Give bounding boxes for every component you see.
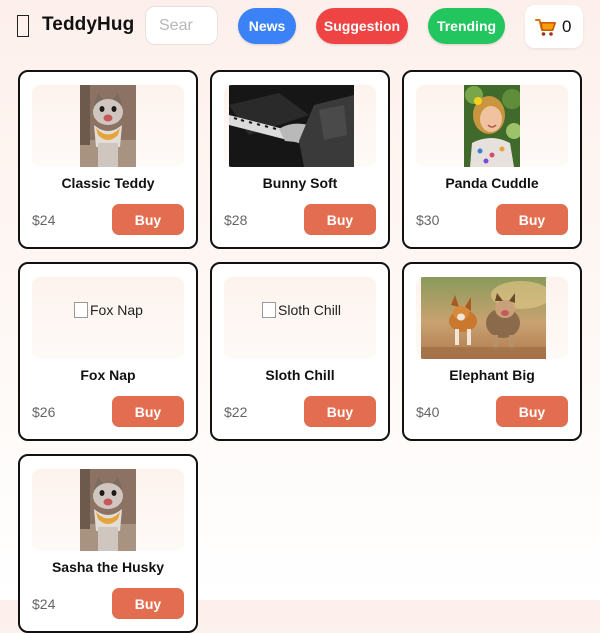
product-price: $26: [32, 404, 56, 420]
product-price: $22: [224, 404, 248, 420]
buy-button[interactable]: Buy: [304, 204, 376, 235]
broken-image[interactable]: Fox Nap: [74, 302, 143, 318]
shopping-cart-icon: [535, 19, 556, 36]
product-name: Sasha the Husky: [51, 559, 165, 575]
product-card: Bunny Soft $28 Buy: [210, 70, 390, 249]
buy-button[interactable]: Buy: [496, 204, 568, 235]
suggestion-button[interactable]: Suggestion: [316, 8, 408, 44]
cat-photo[interactable]: [80, 85, 136, 167]
broken-image[interactable]: Sloth Chill: [262, 302, 341, 318]
product-image-frame: [416, 85, 568, 167]
product-card: Elephant Big $40 Buy: [402, 262, 582, 441]
cart-button[interactable]: 0: [525, 5, 583, 48]
product-card: Sasha the Husky $24 Buy: [18, 454, 198, 633]
bear-icon: [17, 15, 29, 37]
buy-button[interactable]: Buy: [112, 588, 184, 619]
product-image-frame: [416, 277, 568, 359]
product-image-frame: Fox Nap: [32, 277, 184, 359]
product-card: Classic Teddy $24 Buy: [18, 70, 198, 249]
product-price: $28: [224, 212, 248, 228]
piano-photo[interactable]: [229, 85, 354, 167]
image-alt-text: Sloth Chill: [278, 302, 342, 318]
buy-button[interactable]: Buy: [304, 396, 376, 427]
product-image-frame: Sloth Chill: [224, 277, 376, 359]
trending-button[interactable]: Trending: [428, 8, 505, 44]
broken-image-icon: [74, 302, 88, 318]
product-price: $30: [416, 212, 440, 228]
buy-button[interactable]: Buy: [496, 396, 568, 427]
product-price: $24: [32, 212, 56, 228]
girl-photo[interactable]: [464, 85, 520, 167]
buy-button[interactable]: Buy: [112, 204, 184, 235]
product-price: $40: [416, 404, 440, 420]
product-image-frame: [224, 85, 376, 167]
buy-button[interactable]: Buy: [112, 396, 184, 427]
product-card: Sloth Chill Sloth Chill $22 Buy: [210, 262, 390, 441]
product-image-frame: [32, 85, 184, 167]
dogs-photo[interactable]: [421, 277, 546, 359]
product-card: Panda Cuddle $30 Buy: [402, 70, 582, 249]
product-card: Fox Nap Fox Nap $26 Buy: [18, 262, 198, 441]
news-button[interactable]: News: [238, 8, 296, 44]
search-input[interactable]: [145, 6, 218, 45]
product-name: Panda Cuddle: [445, 175, 539, 191]
product-name: Bunny Soft: [262, 175, 338, 191]
product-name: Fox Nap: [80, 367, 136, 383]
cat-photo[interactable]: [80, 469, 136, 551]
brand-name[interactable]: TeddyHug: [42, 14, 134, 36]
broken-image-icon: [262, 302, 276, 318]
cart-count: 0: [562, 17, 572, 36]
product-name: Sloth Chill: [265, 367, 335, 383]
product-name: Classic Teddy: [61, 175, 155, 191]
product-image-frame: [32, 469, 184, 551]
header: TeddyHug News Suggestion Trending 0: [0, 0, 600, 54]
product-price: $24: [32, 596, 56, 612]
image-alt-text: Fox Nap: [90, 302, 143, 318]
product-name: Elephant Big: [449, 367, 535, 383]
